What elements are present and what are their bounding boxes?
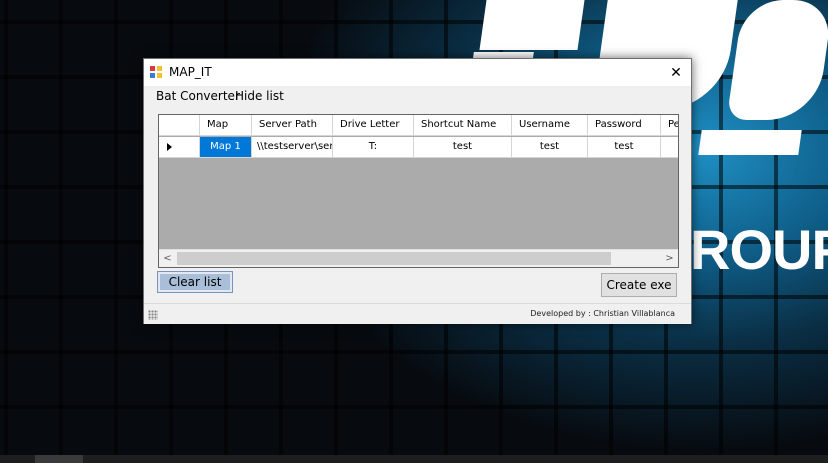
cell-username[interactable]: test	[512, 137, 588, 158]
title-bar[interactable]: MAP_IT ✕	[144, 59, 691, 86]
taskbar	[0, 455, 828, 463]
scroll-right-icon[interactable]: >	[661, 250, 678, 267]
row-pointer-icon	[167, 143, 172, 151]
map-data-grid[interactable]: Map Server Path Drive Letter Shortcut Na…	[158, 114, 679, 268]
cell-map[interactable]: Map 1	[200, 137, 252, 158]
app-icon	[149, 65, 163, 79]
create-exe-button[interactable]: Create exe	[601, 273, 677, 297]
cell-shortcut-name[interactable]: test	[414, 137, 512, 158]
column-header-pe[interactable]: Pe	[661, 115, 678, 136]
logo-shape-e	[479, 0, 585, 50]
column-header-drive-letter[interactable]: Drive Letter	[333, 115, 414, 136]
scroll-left-icon[interactable]: <	[159, 250, 176, 267]
horizontal-scrollbar[interactable]: < >	[159, 249, 678, 267]
cell-drive-letter[interactable]: T:	[333, 137, 414, 158]
window-title: MAP_IT	[169, 65, 212, 79]
cell-password[interactable]: test	[588, 137, 661, 158]
menu-bat-converter[interactable]: Bat Converter	[154, 89, 242, 103]
taskbar-item[interactable]	[35, 455, 83, 463]
wallpaper-logo-text: ROUP	[690, 218, 828, 281]
size-grip-icon[interactable]	[148, 310, 158, 320]
column-header-map[interactable]: Map	[200, 115, 252, 136]
menu-hide-list[interactable]: Hide list	[233, 89, 286, 103]
row-header[interactable]	[159, 137, 200, 158]
status-bar: Developed by : Christian Villablanca	[144, 303, 691, 324]
cell-server-path[interactable]: \\testserver\ser...	[252, 137, 333, 158]
column-header-username[interactable]: Username	[512, 115, 588, 136]
developer-credit: Developed by : Christian Villablanca	[530, 309, 675, 318]
close-button[interactable]: ✕	[661, 59, 691, 86]
close-icon: ✕	[670, 64, 682, 81]
app-window: MAP_IT ✕ Bat Converter Hide list Map Ser…	[143, 58, 692, 324]
column-header-password[interactable]: Password	[588, 115, 661, 136]
cell-extra[interactable]	[661, 137, 678, 158]
column-header-server-path[interactable]: Server Path	[252, 115, 333, 136]
clear-list-button[interactable]: Clear list	[157, 271, 233, 293]
column-header-shortcut-name[interactable]: Shortcut Name	[414, 115, 512, 136]
menu-bar: Bat Converter Hide list	[144, 86, 691, 108]
scrollbar-thumb[interactable]	[177, 252, 611, 265]
logo-shape-s3	[698, 130, 802, 155]
row-header-corner	[159, 115, 200, 136]
